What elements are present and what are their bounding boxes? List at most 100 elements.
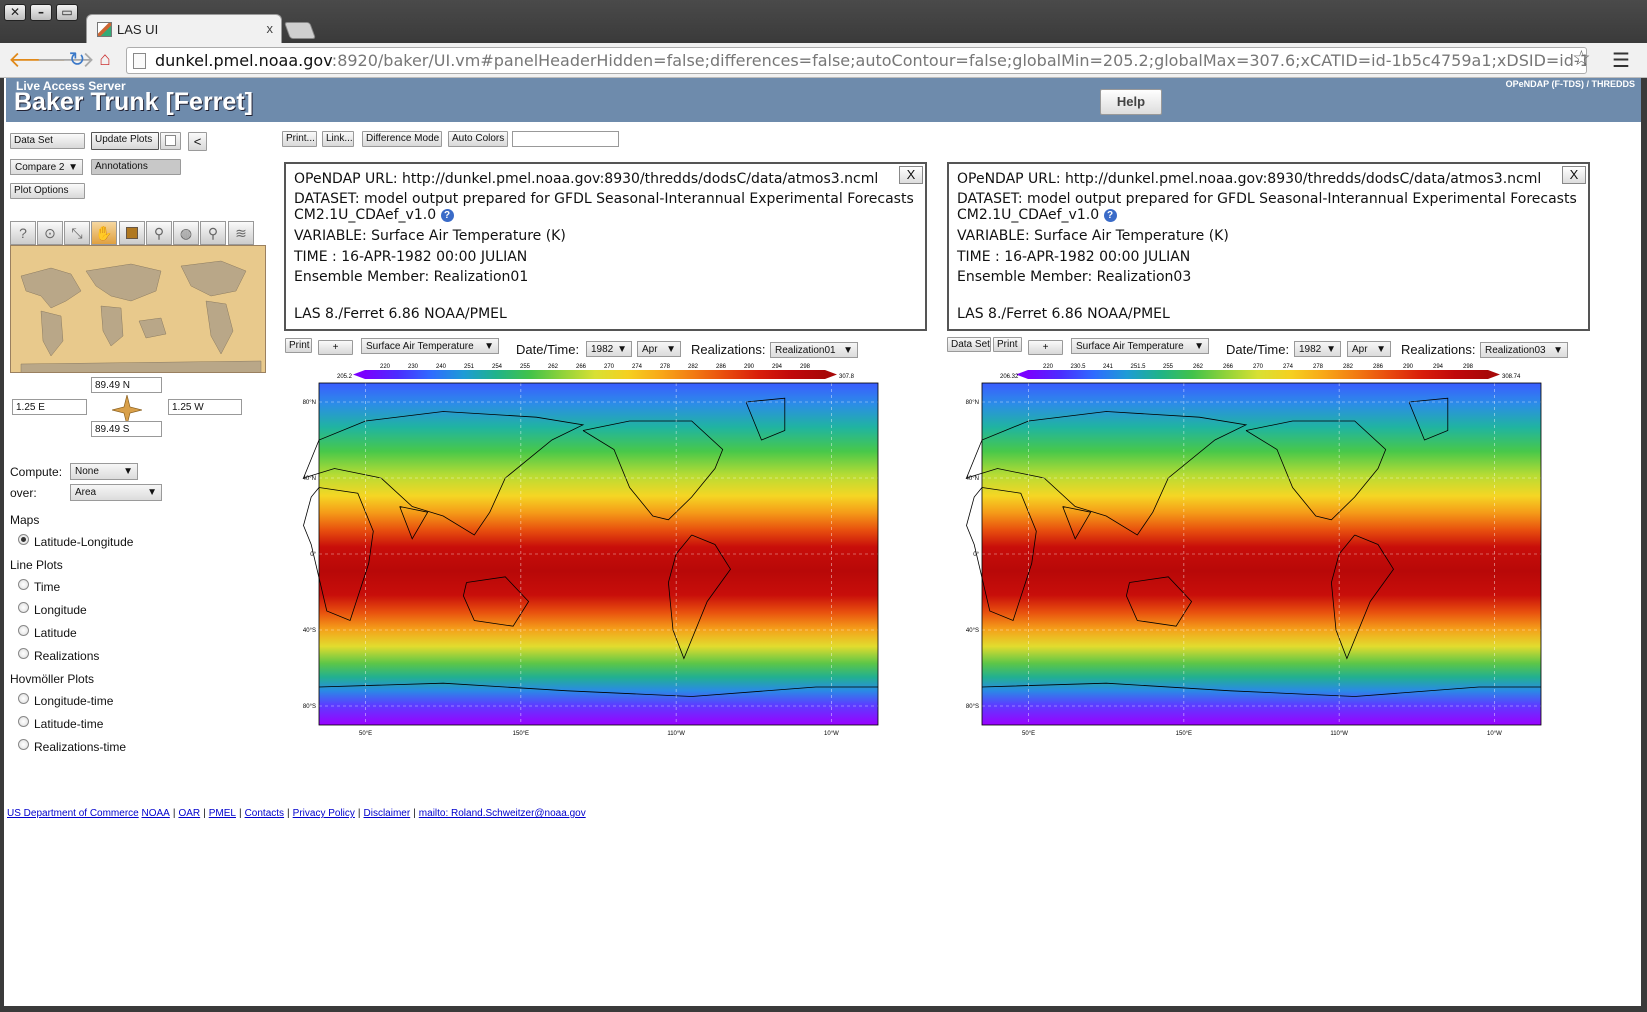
footer-link-privacy[interactable]: Privacy Policy bbox=[293, 808, 355, 819]
north-bound-input[interactable]: 89.49 N bbox=[91, 377, 162, 393]
radio-longitude[interactable] bbox=[18, 602, 29, 613]
footer-link-mailto[interactable]: mailto: Roland.Schweitzer@noaa.gov bbox=[419, 808, 586, 819]
panel-2-realization-select[interactable]: Realization03 ▼ bbox=[1480, 342, 1568, 358]
footer-link-contacts[interactable]: Contacts bbox=[245, 808, 284, 819]
new-tab-button[interactable] bbox=[283, 22, 317, 39]
panel-2-info-icon[interactable]: ? bbox=[1103, 209, 1117, 222]
forward-icon[interactable]: 🡒 bbox=[36, 47, 95, 73]
colorbar-tick-label: 274 bbox=[1283, 364, 1294, 370]
auto-colors-input[interactable] bbox=[512, 131, 619, 147]
panel-1-temperature-map[interactable]: 205.2 307.8 220 230 240 251 254 255 262 266 270 274… bbox=[303, 364, 930, 780]
layers-icon[interactable]: ≋ bbox=[228, 221, 254, 245]
panel-1-variable-select[interactable]: Surface Air Temperature ▼ bbox=[361, 338, 499, 354]
footer-links: US Department of Commerce NOAA | OAR | PMEL |… bbox=[7, 808, 586, 819]
footer-link-disclaimer[interactable]: Disclaimer bbox=[364, 808, 411, 819]
panel-1-realization-select[interactable]: Realization01 ▼ bbox=[770, 342, 858, 358]
browser-tab[interactable]: LAS UI x bbox=[86, 14, 282, 44]
browser-window: ✕ – ▭ LAS UI x 🡐 🡒 ↻ ⌂ dunkel.pmel.noaa.… bbox=[0, 0, 1647, 1012]
radio-time[interactable] bbox=[18, 579, 29, 590]
footer-link-pmel[interactable]: PMEL bbox=[209, 808, 236, 819]
footer-link-commerce[interactable]: US Department of Commerce bbox=[7, 808, 139, 819]
panel-1-month-select[interactable]: Apr ▼ bbox=[637, 341, 681, 357]
colorbar: 206.32 308.74 220 230.5 241 251.5 255 262 266 270… bbox=[1000, 364, 1521, 380]
radio-longitude-time[interactable] bbox=[18, 693, 29, 704]
header-right-links[interactable]: OPeNDAP (F-TDS) / THREDDS bbox=[1506, 79, 1635, 89]
compare-select[interactable]: Compare 2 ▼ bbox=[10, 159, 83, 175]
panel-2-temperature-map[interactable]: 206.32 308.74 220 230.5 241 251.5 255 262 266 270… bbox=[966, 364, 1593, 780]
back-icon[interactable]: 🡐 bbox=[8, 47, 67, 73]
radio-realizations-time[interactable] bbox=[18, 739, 29, 750]
colorbar-tick-label: 278 bbox=[1313, 364, 1324, 370]
difference-mode-button[interactable]: Difference Mode bbox=[362, 131, 442, 147]
panel-1-info-box: X OPeNDAP URL: http://dunkel.pmel.noaa.g… bbox=[284, 162, 927, 331]
panel-2-plus-button[interactable]: + bbox=[1028, 340, 1063, 355]
compute-select[interactable]: None ▼ bbox=[70, 463, 138, 480]
region-selector-map[interactable] bbox=[10, 245, 266, 373]
option-label-latitude: Latitude bbox=[34, 626, 77, 640]
panel-2-print-button[interactable]: Print bbox=[993, 337, 1022, 352]
menu-icon[interactable]: ☰ bbox=[1612, 48, 1630, 73]
south-bound-input[interactable]: 89.49 S bbox=[91, 421, 162, 437]
zoom-tool-icon[interactable]: ⤡ bbox=[64, 221, 90, 245]
dataset-button[interactable]: Data Set bbox=[10, 133, 85, 149]
reset-icon[interactable]: ⊙ bbox=[37, 221, 63, 245]
help-icon[interactable]: ? bbox=[10, 221, 36, 245]
annotations-button[interactable]: Annotations bbox=[91, 159, 181, 175]
lat-axis-label: 40°S bbox=[303, 628, 316, 634]
colorbar-gradient bbox=[1028, 370, 1488, 379]
auto-colors-button[interactable]: Auto Colors bbox=[448, 131, 508, 147]
radio-realizations[interactable] bbox=[18, 648, 29, 659]
over-select[interactable]: Area ▼ bbox=[70, 484, 162, 501]
window-close-icon[interactable]: ✕ bbox=[4, 4, 26, 21]
colorbar-tick-label: 294 bbox=[772, 364, 783, 370]
colorbar-tick-label: 220 bbox=[380, 364, 391, 370]
select-box-icon[interactable] bbox=[119, 221, 145, 245]
colorbar-tick-label: 286 bbox=[1373, 364, 1384, 370]
window-maximize-icon[interactable]: ▭ bbox=[56, 4, 78, 21]
star-icon[interactable]: ☆ bbox=[1572, 46, 1591, 71]
radio-latitude-time[interactable] bbox=[18, 716, 29, 727]
update-plots-button[interactable]: Update Plots bbox=[91, 132, 159, 150]
update-plots-checkbox[interactable] bbox=[160, 132, 181, 150]
help-button[interactable]: Help bbox=[1100, 89, 1162, 115]
panel-2-year-select[interactable]: 1982 ▼ bbox=[1294, 341, 1341, 357]
colorbar-tick-label: 220 bbox=[1043, 364, 1054, 370]
colorbar-gradient bbox=[365, 370, 825, 379]
east-bound-input[interactable]: 1.25 W bbox=[168, 399, 242, 415]
footer-link-noaa[interactable]: NOAA bbox=[142, 808, 170, 819]
radio-latitude-longitude[interactable] bbox=[18, 534, 29, 545]
panel-1-info-icon[interactable]: ? bbox=[440, 209, 454, 222]
tab-close-icon[interactable]: x bbox=[267, 21, 274, 36]
measure-icon[interactable]: ⚲ bbox=[146, 221, 172, 245]
panel-2-close-button[interactable]: X bbox=[1562, 166, 1586, 184]
home-icon[interactable]: ⌂ bbox=[92, 47, 118, 73]
colorbar-max-label: 307.8 bbox=[839, 374, 855, 380]
panel-1-print-button[interactable]: Print bbox=[285, 338, 312, 353]
panel-1-year-select[interactable]: 1982 ▼ bbox=[586, 341, 632, 357]
address-bar[interactable]: dunkel.pmel.noaa.gov:8920/baker/UI.vm#pa… bbox=[126, 47, 1587, 74]
panel-2-time: TIME : 16-APR-1982 00:00 JULIAN bbox=[957, 249, 1191, 265]
print-button[interactable]: Print... bbox=[282, 131, 317, 147]
radio-latitude[interactable] bbox=[18, 625, 29, 636]
panel-2-dataset-button[interactable]: Data Set bbox=[947, 337, 991, 352]
panel-2-ensemble: Ensemble Member: Realization03 bbox=[957, 269, 1192, 285]
panel-2-month-select[interactable]: Apr ▼ bbox=[1347, 341, 1391, 357]
option-label-longitude-time: Longitude-time bbox=[34, 694, 114, 708]
west-bound-input[interactable]: 1.25 E bbox=[12, 399, 87, 415]
link-button[interactable]: Link... bbox=[322, 131, 354, 147]
search-icon[interactable]: ⚲ bbox=[200, 221, 226, 245]
panel-1-plus-button[interactable]: + bbox=[318, 340, 353, 355]
lat-axis-label: 80°N bbox=[303, 400, 316, 406]
globe-icon[interactable]: ◍ bbox=[173, 221, 199, 245]
footer-link-oar[interactable]: OAR bbox=[178, 808, 200, 819]
plot-options-button[interactable]: Plot Options bbox=[10, 183, 85, 199]
panel-2-variable-select[interactable]: Surface Air Temperature ▼ bbox=[1071, 338, 1209, 354]
panel-1-close-button[interactable]: X bbox=[899, 166, 923, 184]
panel-1-variable: VARIABLE: Surface Air Temperature (K) bbox=[294, 228, 566, 244]
window-frame-bottom bbox=[0, 1006, 1647, 1012]
reload-icon[interactable]: ↻ bbox=[64, 47, 90, 73]
pan-hand-icon[interactable]: ✋ bbox=[91, 221, 117, 245]
colorbar-min-label: 206.32 bbox=[1000, 374, 1019, 380]
collapse-sidebar-button[interactable]: < bbox=[188, 132, 207, 151]
window-minimize-icon[interactable]: – bbox=[30, 4, 52, 21]
